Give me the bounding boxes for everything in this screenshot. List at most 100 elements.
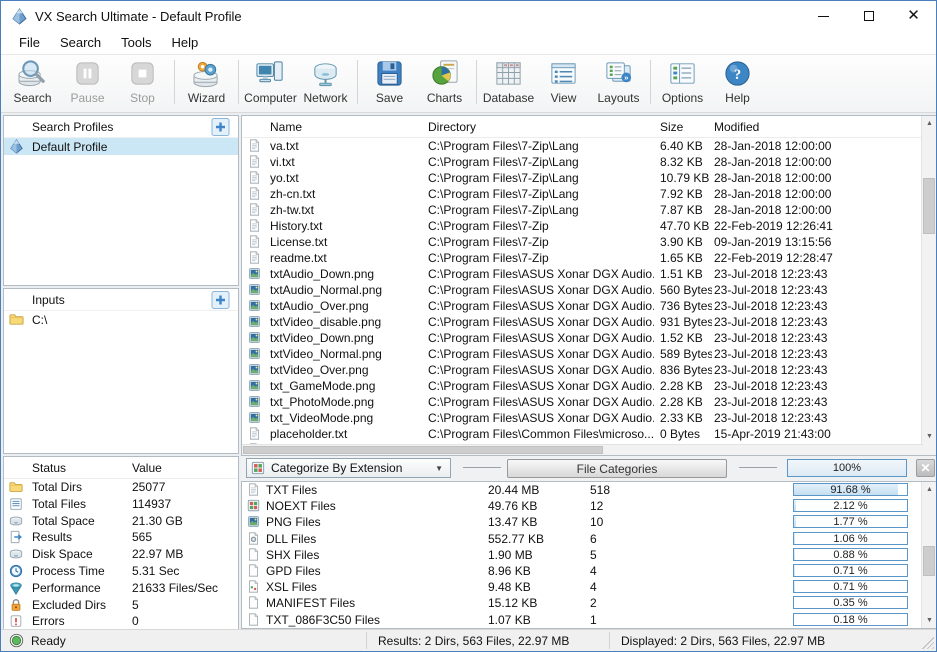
file-row[interactable]: zh-cn.txtC:\Program Files\7-Zip\Lang7.92…: [242, 186, 923, 202]
file-row[interactable]: txtVideo_Normal.pngC:\Program Files\ASUS…: [242, 346, 923, 362]
close-icon: ✕: [907, 11, 920, 21]
status-value: 0: [132, 614, 139, 628]
file-row[interactable]: txtAudio_Normal.pngC:\Program Files\ASUS…: [242, 282, 923, 298]
category-percent-label: 0.35 %: [794, 597, 907, 609]
category-row[interactable]: TXT_086F3C50 Files1.07 KB10.18 %: [242, 612, 923, 628]
workspace: Search Profiles Default Profile Inputs C…: [1, 113, 936, 631]
file-list-horizontal-scrollbar[interactable]: [242, 444, 923, 455]
scroll-up-icon[interactable]: ▲: [922, 482, 937, 497]
category-row[interactable]: TXT Files20.44 MB51891.68 %: [242, 482, 923, 498]
category-row[interactable]: NOEXT Files49.76 KB122.12 %: [242, 498, 923, 514]
file-row[interactable]: txt_GameMode.pngC:\Program Files\ASUS Xo…: [242, 378, 923, 394]
file-row[interactable]: readme.txtC:\Program Files\7-Zip1.65 KB2…: [242, 250, 923, 266]
file-row[interactable]: zh-tw.txtC:\Program Files\7-Zip\Lang7.87…: [242, 202, 923, 218]
file-directory: C:\Program Files\7-Zip: [428, 251, 654, 265]
search-toolbar-button[interactable]: Search: [5, 58, 60, 110]
column-header-directory[interactable]: Directory: [428, 120, 476, 134]
database-toolbar-button[interactable]: Database: [481, 58, 536, 110]
input-item[interactable]: C:\: [4, 311, 238, 328]
close-button[interactable]: ✕: [891, 1, 936, 31]
toolbar-separator: [472, 58, 481, 106]
status-label: Results: [32, 530, 72, 544]
close-categories-button[interactable]: ✕: [916, 459, 935, 477]
column-header-size[interactable]: Size: [660, 120, 683, 134]
file-row[interactable]: yo.txtC:\Program Files\7-Zip\Lang10.79 K…: [242, 170, 923, 186]
txt-file-icon: [248, 187, 261, 200]
file-list-scroll-thumb[interactable]: [923, 178, 935, 234]
scroll-down-icon[interactable]: ▼: [922, 613, 937, 628]
minimize-button[interactable]: [801, 1, 846, 31]
category-row[interactable]: GPD Files8.96 KB40.71 %: [242, 563, 923, 579]
charts-toolbar-button[interactable]: Charts: [417, 58, 472, 110]
category-row[interactable]: SHX Files1.90 MB50.88 %: [242, 547, 923, 563]
help-toolbar-button[interactable]: ?Help: [710, 58, 765, 110]
file-row[interactable]: txtVideo_Over.pngC:\Program Files\ASUS X…: [242, 362, 923, 378]
file-categories-button[interactable]: File Categories: [507, 459, 727, 478]
wizard-toolbar-button[interactable]: Wizard: [179, 58, 234, 110]
scroll-down-icon[interactable]: ▼: [922, 429, 937, 444]
category-row[interactable]: MANIFEST Files15.12 KB20.35 %: [242, 595, 923, 611]
add-input-button[interactable]: [210, 291, 231, 309]
menu-tools[interactable]: Tools: [111, 32, 161, 53]
profile-item[interactable]: Default Profile: [4, 138, 238, 155]
category-name: TXT_086F3C50 Files: [266, 613, 380, 627]
categories-scroll-thumb[interactable]: [923, 546, 935, 576]
add-profile-button[interactable]: [210, 118, 231, 136]
drive-icon: [9, 514, 23, 528]
inputs-list: C:\: [4, 311, 238, 328]
file-size: 560 Bytes: [660, 283, 712, 297]
status-label: Process Time: [32, 564, 105, 578]
category-row[interactable]: XSL Files9.48 KB40.71 %: [242, 579, 923, 595]
page-icon: [247, 613, 260, 626]
file-row[interactable]: txtVideo_Down.pngC:\Program Files\ASUS X…: [242, 330, 923, 346]
file-row[interactable]: placeholder.txtC:\Program Files\Common F…: [242, 426, 923, 442]
file-row[interactable]: txt_VideoMode.pngC:\Program Files\ASUS X…: [242, 410, 923, 426]
file-directory: C:\Program Files\7-Zip: [428, 235, 654, 249]
file-row[interactable]: History.txtC:\Program Files\7-Zip47.70 K…: [242, 218, 923, 234]
file-row[interactable]: txtVideo_disable.pngC:\Program Files\ASU…: [242, 314, 923, 330]
file-directory: C:\Program Files\Common Files\microso...: [428, 427, 654, 441]
file-row[interactable]: txtAudio_Over.pngC:\Program Files\ASUS X…: [242, 298, 923, 314]
maximize-button[interactable]: [846, 1, 891, 31]
png-file-icon: [248, 315, 261, 328]
file-size: 589 Bytes: [660, 347, 712, 361]
file-list-vertical-scrollbar[interactable]: ▲ ▼: [921, 116, 936, 455]
file-row[interactable]: txt_PhotoMode.pngC:\Program Files\ASUS X…: [242, 394, 923, 410]
status-label: Errors: [32, 614, 65, 628]
category-percent-bar: 0.35 %: [793, 596, 908, 609]
category-percent-label: 1.06 %: [794, 533, 907, 545]
category-percent-bar: 0.71 %: [793, 564, 908, 577]
menu-file[interactable]: File: [9, 32, 50, 53]
computer-toolbar-button[interactable]: Computer: [243, 58, 298, 110]
category-row[interactable]: DLL Files552.77 KB61.06 %: [242, 531, 923, 547]
categorize-mode-dropdown[interactable]: Categorize By Extension ▼: [246, 458, 451, 478]
file-directory: C:\Program Files\7-Zip\Lang: [428, 187, 654, 201]
column-header-name[interactable]: Name: [270, 120, 302, 134]
divider: [739, 467, 777, 468]
resize-grip[interactable]: [922, 637, 934, 649]
status-row: Performance21633 Files/Sec: [4, 580, 238, 597]
file-row[interactable]: va.txtC:\Program Files\7-Zip\Lang6.40 KB…: [242, 138, 923, 154]
category-size: 8.96 KB: [488, 564, 531, 578]
menu-help[interactable]: Help: [162, 32, 209, 53]
file-list-hscroll-thumb[interactable]: [243, 446, 603, 454]
column-header-modified[interactable]: Modified: [714, 120, 759, 134]
menu-search[interactable]: Search: [50, 32, 111, 53]
scroll-up-icon[interactable]: ▲: [922, 116, 937, 131]
file-row[interactable]: vi.txtC:\Program Files\7-Zip\Lang8.32 KB…: [242, 154, 923, 170]
category-percent-label: 0.71 %: [794, 581, 907, 593]
layouts-toolbar-button[interactable]: »Layouts: [591, 58, 646, 110]
pause-toolbar-button: Pause: [60, 58, 115, 110]
options-toolbar-button[interactable]: Options: [655, 58, 710, 110]
file-row[interactable]: txtAudio_Down.pngC:\Program Files\ASUS X…: [242, 266, 923, 282]
file-row[interactable]: License.txtC:\Program Files\7-Zip3.90 KB…: [242, 234, 923, 250]
category-size: 1.90 MB: [488, 548, 533, 562]
categories-vertical-scrollbar[interactable]: ▲ ▼: [921, 482, 936, 628]
status-value: 21633 Files/Sec: [132, 581, 218, 595]
category-row[interactable]: PNG Files13.47 KB101.77 %: [242, 514, 923, 530]
toolbar-button-label: Computer: [244, 91, 297, 105]
save-toolbar-button[interactable]: Save: [362, 58, 417, 110]
view-toolbar-button[interactable]: View: [536, 58, 591, 110]
file-name: txtVideo_Down.png: [270, 331, 422, 345]
network-toolbar-button[interactable]: Network: [298, 58, 353, 110]
